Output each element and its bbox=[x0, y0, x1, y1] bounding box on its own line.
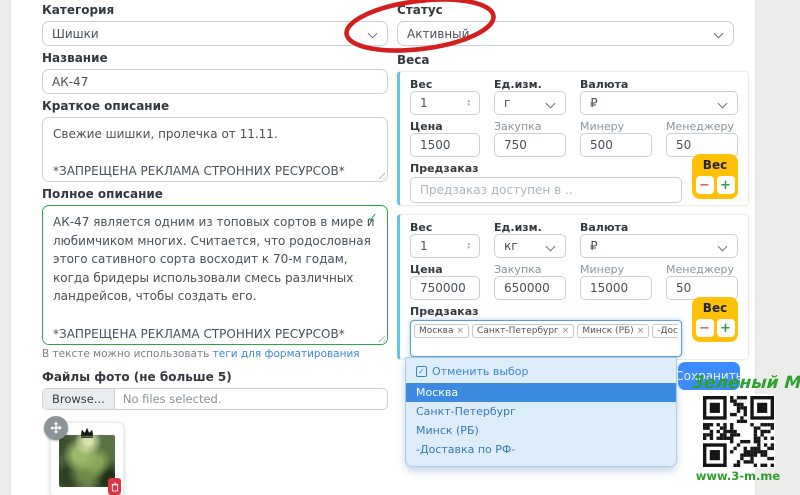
weight-label: Вес bbox=[410, 79, 480, 91]
price-input[interactable] bbox=[410, 276, 480, 300]
formatting-tags-link[interactable]: теги для форматирования bbox=[213, 348, 360, 360]
name-input[interactable] bbox=[42, 69, 388, 94]
photo-thumbnail bbox=[50, 422, 124, 495]
move-icon bbox=[49, 421, 63, 435]
preorder-multiselect[interactable]: Москва × Санкт-Петербург × Минск (РБ) × … bbox=[410, 320, 682, 357]
miner-input[interactable] bbox=[580, 276, 652, 300]
unit-select[interactable]: кг bbox=[494, 234, 566, 258]
miner-input[interactable] bbox=[580, 133, 652, 157]
chevron-down-icon bbox=[714, 29, 724, 39]
weight-label: Вес bbox=[410, 222, 480, 234]
manager-label: Менеджеру bbox=[666, 121, 738, 133]
remove-tag-icon[interactable]: × bbox=[637, 326, 645, 336]
weights-section-label: Веса bbox=[397, 54, 749, 67]
status-select[interactable]: Активный bbox=[397, 21, 734, 46]
clear-selection-option[interactable]: ✓ Отменить выбор bbox=[406, 361, 676, 383]
spinner-down-icon[interactable]: ▾ bbox=[467, 246, 470, 250]
move-handle[interactable] bbox=[44, 416, 68, 440]
currency-select[interactable]: ₽ bbox=[580, 91, 738, 115]
valid-check-icon: ✓ bbox=[367, 211, 378, 226]
trash-icon bbox=[111, 482, 119, 492]
remove-tag-icon[interactable]: × bbox=[562, 326, 570, 336]
delete-photo-button[interactable] bbox=[108, 478, 121, 495]
category-value: Шишки bbox=[52, 27, 99, 41]
dropdown-option-minsk[interactable]: Минск (РБ) bbox=[406, 421, 676, 440]
short-description-label: Краткое описание bbox=[42, 100, 388, 113]
chevron-down-icon bbox=[718, 99, 728, 109]
manager-label: Менеджеру bbox=[666, 264, 738, 276]
plant-photo bbox=[59, 435, 115, 487]
weight-input[interactable]: 1 ▴ ▾ bbox=[410, 234, 480, 258]
dropdown-option-dostavka[interactable]: -Доставка по РФ- bbox=[406, 440, 676, 459]
increase-weight-button[interactable]: + bbox=[717, 176, 735, 194]
preorder-label: Предзаказ bbox=[410, 163, 738, 175]
photo-files-label: Файлы фото (не больше 5) bbox=[42, 371, 388, 384]
preorder-tag[interactable]: Санкт-Петербург × bbox=[472, 324, 574, 338]
preorder-tag[interactable]: -Доставка по РФ- × bbox=[652, 324, 678, 338]
purchase-label: Закупка bbox=[494, 121, 566, 133]
file-status-text: No files selected. bbox=[115, 389, 230, 409]
decrease-weight-button[interactable]: − bbox=[696, 319, 714, 337]
product-edit-page: Категория Шишки Название Краткое описани… bbox=[0, 0, 800, 495]
full-description-textarea[interactable]: АК-47 является одним из топовых сортов в… bbox=[42, 205, 388, 345]
price-label: Цена bbox=[410, 264, 480, 276]
status-value: Активный bbox=[407, 27, 469, 41]
right-column: Статус Активный Веса Вес 1 ▴ ▾ bbox=[397, 0, 749, 368]
unit-select[interactable]: г bbox=[494, 91, 566, 115]
weight-counter-label: Вес bbox=[692, 158, 738, 172]
unit-label: Ед.изм. bbox=[494, 222, 566, 234]
preorder-dropdown: ✓ Отменить выбор Москва Санкт-Петербург … bbox=[405, 357, 677, 467]
chevron-down-icon bbox=[718, 242, 728, 252]
weight-counter-box: Вес − + bbox=[692, 154, 738, 199]
chevron-down-icon bbox=[546, 242, 556, 252]
number-spinner[interactable]: ▴ ▾ bbox=[467, 99, 470, 107]
miner-label: Минеру bbox=[580, 264, 652, 276]
miner-label: Минеру bbox=[580, 121, 652, 133]
decrease-weight-button[interactable]: − bbox=[696, 176, 714, 194]
weight-card-2: Вес 1 ▴ ▾ Ед.изм. кг bbox=[397, 214, 749, 360]
category-label: Категория bbox=[42, 4, 388, 17]
purchase-label: Закупка bbox=[494, 264, 566, 276]
checkbox-checked-icon: ✓ bbox=[416, 366, 427, 377]
chevron-down-icon bbox=[368, 29, 378, 39]
price-label: Цена bbox=[410, 121, 480, 133]
increase-weight-button[interactable]: + bbox=[717, 319, 735, 337]
brand-watermark: Зеленый Мир bbox=[691, 373, 800, 393]
price-input[interactable] bbox=[410, 133, 480, 157]
purchase-input[interactable] bbox=[494, 276, 566, 300]
formatting-hint: В тексте можно использовать теги для фор… bbox=[42, 348, 388, 360]
category-select[interactable]: Шишки bbox=[42, 21, 388, 46]
dropdown-option-spb[interactable]: Санкт-Петербург bbox=[406, 402, 676, 421]
website-url: www.3-m.me bbox=[694, 469, 782, 483]
currency-label: Валюта bbox=[580, 222, 738, 234]
currency-select[interactable]: ₽ bbox=[580, 234, 738, 258]
full-description-label: Полное описание bbox=[42, 188, 388, 201]
qr-code bbox=[701, 394, 775, 468]
purchase-input[interactable] bbox=[494, 133, 566, 157]
file-input[interactable]: Browse... No files selected. bbox=[42, 388, 388, 410]
name-label: Название bbox=[42, 52, 388, 65]
number-spinner[interactable]: ▴ ▾ bbox=[467, 242, 470, 250]
dropdown-option-moskva[interactable]: Москва bbox=[406, 383, 676, 402]
status-label: Статус bbox=[397, 4, 749, 17]
weight-counter-box: Вес − + bbox=[692, 297, 738, 342]
preorder-tag[interactable]: Минск (РБ) × bbox=[577, 324, 649, 338]
preorder-tag[interactable]: Москва × bbox=[414, 324, 469, 338]
currency-label: Валюта bbox=[580, 79, 738, 91]
spinner-down-icon[interactable]: ▾ bbox=[467, 103, 470, 107]
left-column: Категория Шишки Название Краткое описани… bbox=[42, 0, 388, 495]
preorder-input[interactable] bbox=[410, 177, 682, 203]
crown-icon bbox=[80, 427, 95, 438]
unit-label: Ед.изм. bbox=[494, 79, 566, 91]
weight-input[interactable]: 1 ▴ ▾ bbox=[410, 91, 480, 115]
weight-counter-label: Вес bbox=[692, 301, 738, 315]
browse-button[interactable]: Browse... bbox=[43, 389, 115, 409]
remove-tag-icon[interactable]: × bbox=[456, 326, 464, 336]
weight-card-1: Вес 1 ▴ ▾ Ед.изм. г bbox=[397, 71, 749, 206]
chevron-down-icon bbox=[546, 99, 556, 109]
short-description-textarea[interactable]: Свежие шишки, пролечка от 11.11. *ЗАПРЕЩ… bbox=[42, 117, 388, 182]
preorder-label: Предзаказ bbox=[410, 306, 738, 318]
